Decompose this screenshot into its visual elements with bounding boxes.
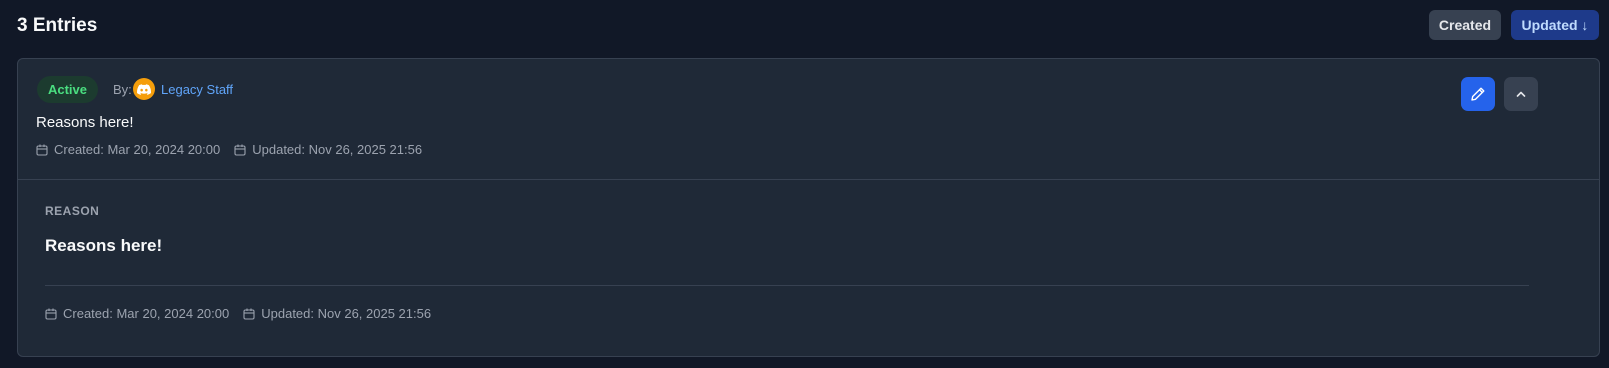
sort-created-button[interactable]: Created — [1429, 10, 1501, 40]
collapse-button[interactable] — [1504, 77, 1538, 111]
calendar-icon — [234, 144, 246, 156]
sort-updated-button[interactable]: Updated ↓ — [1511, 10, 1599, 40]
detail-updated-text: Updated: Nov 26, 2025 21:56 — [261, 306, 432, 321]
by-label: By: — [113, 82, 132, 97]
entry-card: Active By: Legacy Staff Reasons here! Cr… — [17, 58, 1600, 357]
detail-reason: Reasons here! — [45, 236, 163, 255]
created-text: Created: Mar 20, 2024 20:00 — [54, 142, 221, 157]
created-meta: Created: Mar 20, 2024 20:00 — [36, 142, 220, 157]
calendar-icon — [243, 308, 255, 320]
detail-meta: Created: Mar 20, 2024 20:00 Updated: Nov… — [45, 306, 445, 321]
calendar-icon — [45, 308, 57, 320]
entry-meta: Created: Mar 20, 2024 20:00 Updated: Nov… — [36, 142, 436, 157]
edit-button[interactable] — [1461, 77, 1495, 111]
detail-updated-meta: Updated: Nov 26, 2025 21:56 — [243, 306, 431, 321]
entry-summary[interactable]: Active By: Legacy Staff Reasons here! Cr… — [18, 59, 1599, 180]
author-link[interactable]: Legacy Staff — [161, 82, 233, 97]
entries-header: 3 Entries Created Updated ↓ — [0, 0, 1609, 50]
entry-reason: Reasons here! — [36, 114, 134, 131]
updated-text: Updated: Nov 26, 2025 21:56 — [252, 142, 423, 157]
detail-created-meta: Created: Mar 20, 2024 20:00 — [45, 306, 229, 321]
updated-meta: Updated: Nov 26, 2025 21:56 — [234, 142, 422, 157]
discord-icon — [133, 78, 155, 100]
divider — [45, 285, 1529, 286]
reason-label: REASON — [45, 204, 100, 218]
entry-detail: REASON Reasons here! Created: Mar 20, 20… — [18, 181, 1599, 358]
calendar-icon — [36, 144, 48, 156]
status-badge: Active — [37, 76, 98, 103]
pencil-icon — [1470, 86, 1486, 102]
entries-title: 3 Entries — [17, 15, 98, 36]
detail-created-text: Created: Mar 20, 2024 20:00 — [63, 306, 230, 321]
chevron-up-icon — [1514, 87, 1528, 101]
